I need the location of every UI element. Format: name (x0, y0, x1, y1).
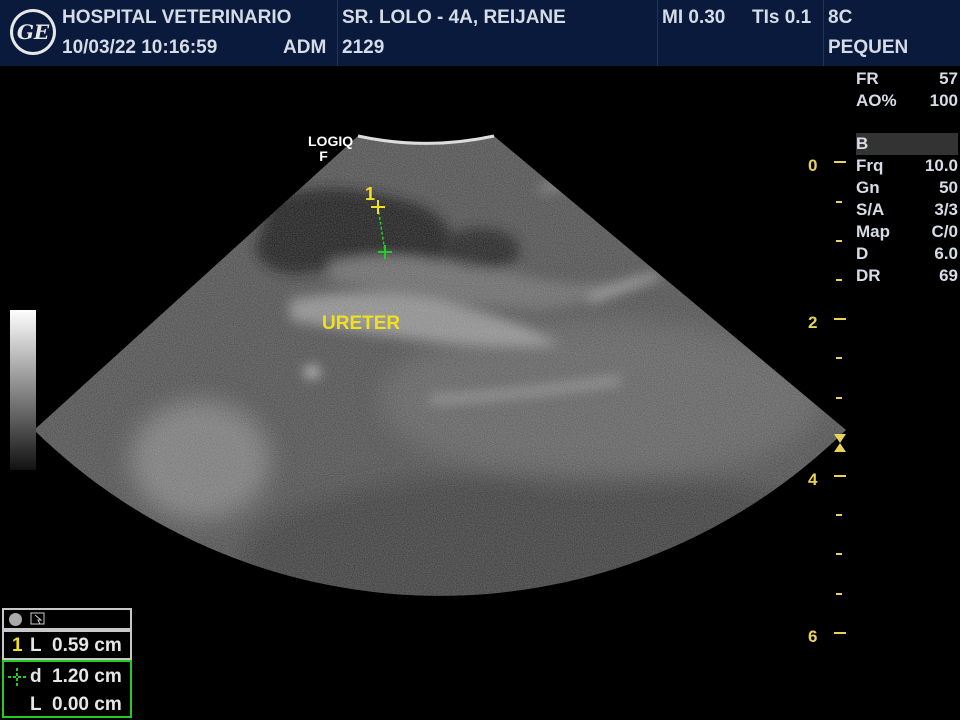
depth-label-0: 0 (808, 156, 818, 175)
depth-tick-major (834, 161, 846, 163)
param-key: FR (856, 69, 879, 88)
param-value: 100 (929, 91, 958, 110)
depth-tick-minor (836, 357, 842, 359)
measurement-header[interactable] (2, 608, 132, 630)
param-key: AO% (856, 91, 897, 110)
param-key: S/A (856, 200, 885, 219)
caliper-cross-icon (8, 668, 26, 686)
depth-label-4: 4 (808, 470, 818, 489)
mode-name: B (856, 134, 869, 153)
ultrasound-image (34, 134, 846, 596)
param-value: 10.0 (924, 156, 958, 175)
depth-tick-minor (836, 397, 842, 399)
param-sa: S/A 3/3 (856, 199, 958, 221)
ureter-annotation: URETER (322, 313, 401, 334)
param-value: 50 (939, 178, 958, 197)
depth-tick-minor (836, 553, 842, 555)
measurement-result-2[interactable]: d 1.20 cm L 0.00 cm (2, 660, 132, 718)
param-fr: FR 57 (856, 68, 958, 90)
param-value: 69 (939, 266, 958, 285)
measurement-value: 0.59 cm (52, 635, 122, 656)
depth-tick-minor (836, 593, 842, 595)
param-key: D (856, 244, 869, 263)
measurement-id: 1 (12, 635, 23, 656)
depth-tick-minor (836, 279, 842, 281)
depth-label-2: 2 (808, 313, 818, 332)
record-icon (9, 613, 22, 626)
param-key: Frq (856, 156, 884, 175)
cursor-icon (30, 612, 45, 625)
probe-logo: LOGIQ F (308, 134, 353, 164)
measurement-result-1[interactable]: 1 L 0.59 cm (2, 630, 132, 660)
measurement-key: L (30, 694, 42, 715)
grayscale-bar (10, 310, 36, 470)
param-ao: AO% 100 (856, 90, 958, 112)
param-value: C/0 (931, 222, 958, 241)
depth-tick-major (834, 475, 846, 477)
measurement-value: 1.20 cm (52, 666, 122, 687)
depth-tick-minor (836, 514, 842, 516)
measurement-key: L (30, 635, 42, 656)
depth-tick-major (834, 318, 846, 320)
param-d: D 6.0 (856, 243, 958, 265)
param-map: Map C/0 (856, 221, 958, 243)
depth-label-6: 6 (808, 627, 818, 646)
param-value: 57 (939, 69, 958, 88)
param-key: DR (856, 266, 881, 285)
param-value: 3/3 (934, 200, 958, 219)
param-value: 6.0 (934, 244, 958, 263)
mode-label: B (856, 133, 958, 155)
param-frq: Frq 10.0 (856, 155, 958, 177)
measurement-value: 0.00 cm (52, 694, 122, 715)
probe-logo-text: LOGIQ (308, 133, 354, 149)
param-key: Map (856, 222, 890, 241)
param-key: Gn (856, 178, 880, 197)
depth-tick-major (834, 632, 846, 634)
focus-marker-icon[interactable] (834, 434, 846, 452)
param-gn: Gn 50 (856, 177, 958, 199)
probe-logo-sub: F (319, 148, 328, 164)
depth-tick-minor (836, 240, 842, 242)
depth-tick-minor (836, 201, 842, 203)
param-dr: DR 69 (856, 265, 958, 287)
measurement-key: d (30, 666, 42, 687)
caliper-number: 1 (365, 184, 376, 204)
